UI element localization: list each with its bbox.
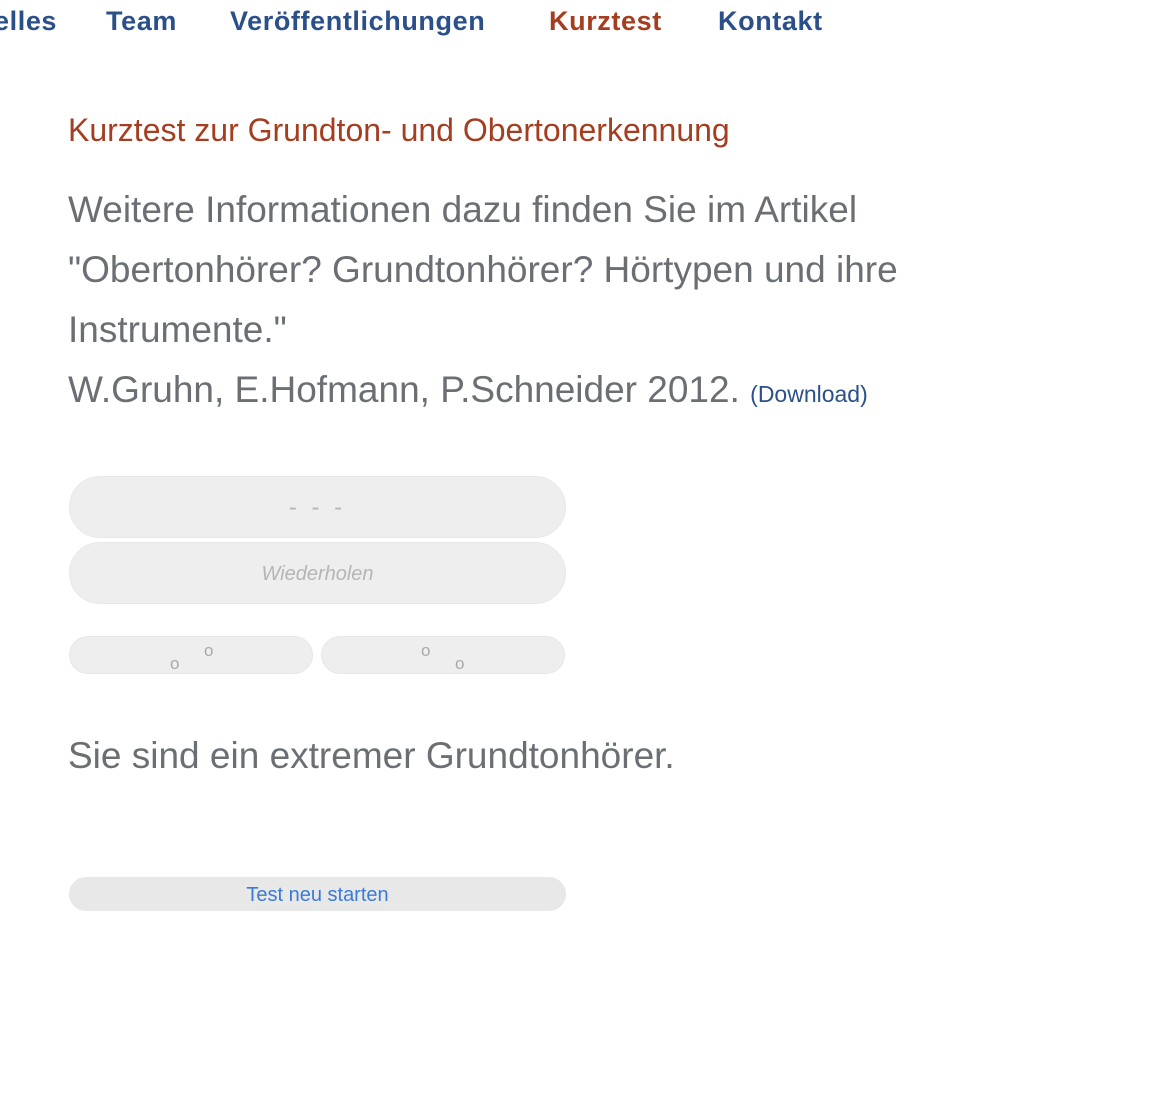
tone-low-glyph: o — [455, 654, 465, 673]
nav-item-publications[interactable]: Veröffentlichungen — [230, 6, 485, 36]
page: elles Team Veröffentlichungen Kurztest K… — [0, 0, 1170, 1114]
restart-test-button[interactable]: Test neu starten — [69, 877, 566, 911]
choice-ascending-button[interactable]: o o — [69, 636, 313, 674]
nav-item-aktuelles[interactable]: elles — [0, 6, 57, 36]
nav-item-kurztest[interactable]: Kurztest — [549, 6, 662, 36]
repeat-button[interactable]: Wiederholen — [69, 542, 566, 604]
nav-item-team[interactable]: Team — [106, 6, 177, 36]
page-title: Kurztest zur Grundton- und Obertonerkenn… — [68, 112, 730, 148]
authors-text: W.Gruhn, E.Hofmann, P.Schneider 2012. — [68, 369, 740, 410]
nav-item-kontakt[interactable]: Kontakt — [718, 6, 823, 36]
tone-high-glyph: o — [204, 641, 214, 660]
tone-display-button[interactable]: - - - — [69, 476, 566, 538]
choice-descending-button[interactable]: o o — [321, 636, 565, 674]
intro-paragraph: Weitere Informationen dazu finden Sie im… — [68, 180, 968, 424]
tone-low-glyph: o — [170, 654, 180, 673]
result-text: Sie sind ein extremer Grundtonhörer. — [68, 735, 675, 776]
main-nav: elles Team Veröffentlichungen Kurztest K… — [0, 0, 1170, 44]
tone-high-glyph: o — [421, 641, 431, 660]
intro-text: Weitere Informationen dazu finden Sie im… — [68, 189, 898, 350]
download-link[interactable]: (Download) — [750, 381, 868, 407]
